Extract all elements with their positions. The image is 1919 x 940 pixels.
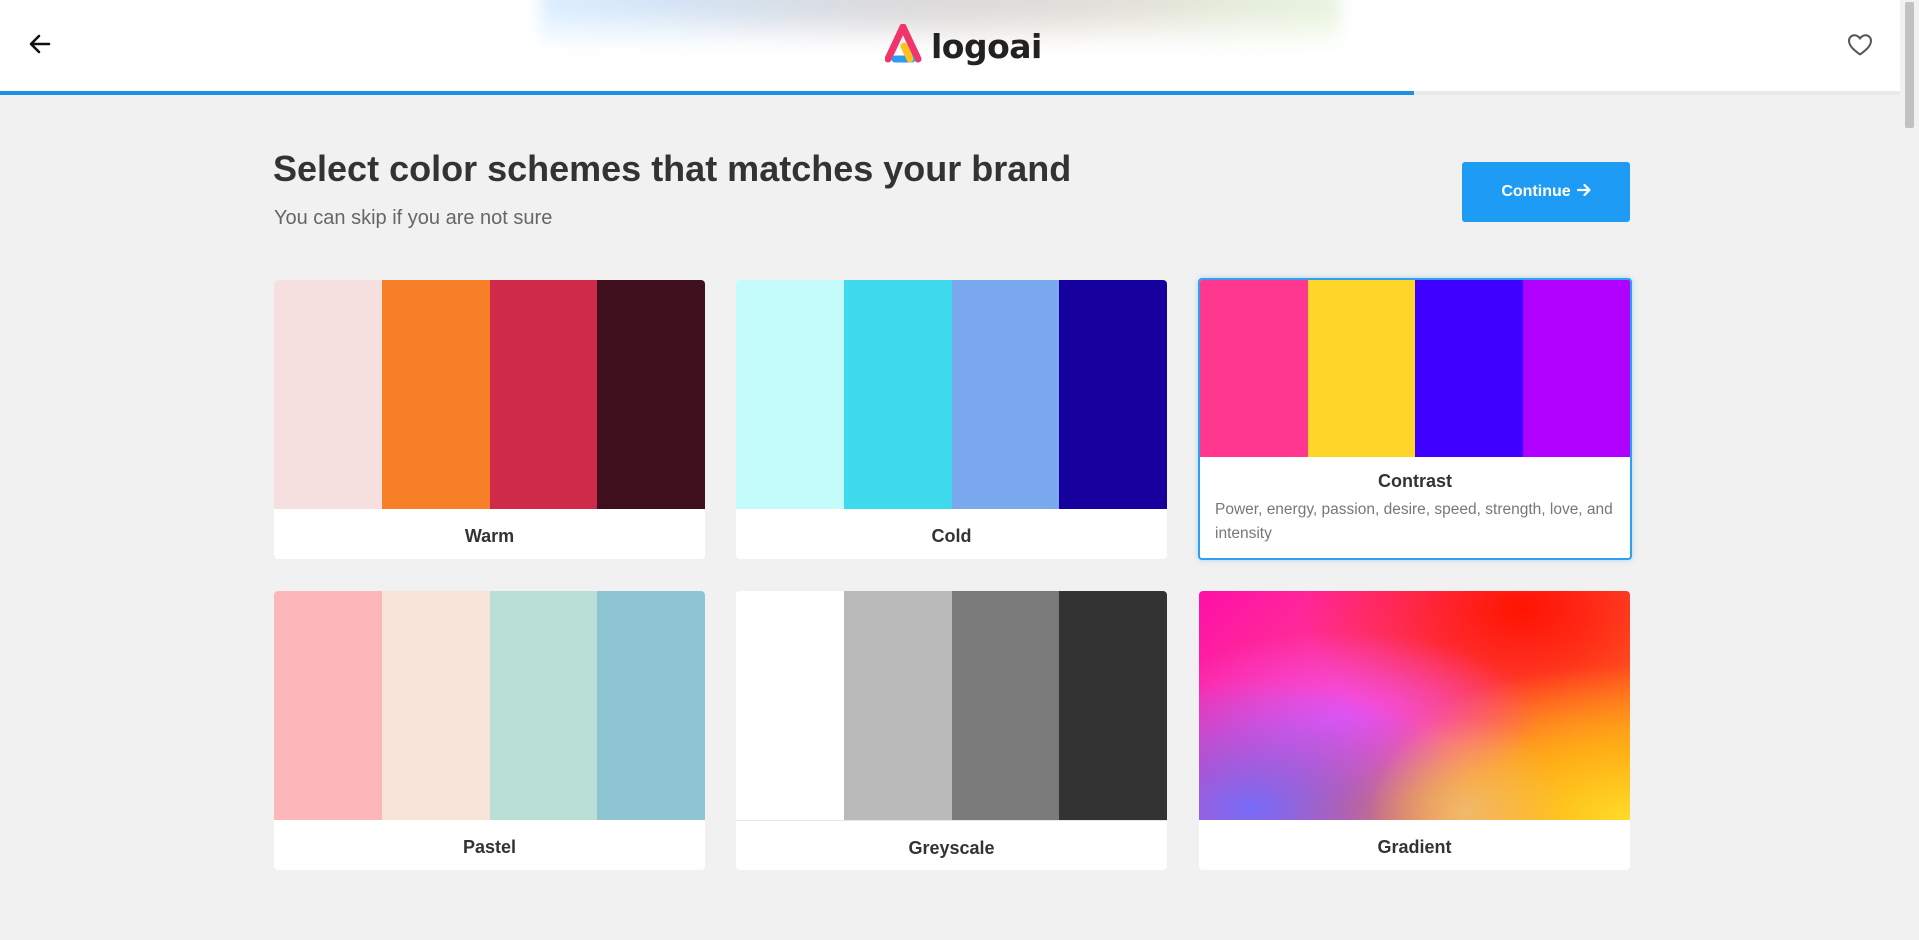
color-swatch bbox=[489, 591, 598, 820]
scheme-description: Power, energy, passion, desire, speed, s… bbox=[1215, 501, 1613, 542]
color-swatch bbox=[274, 280, 382, 509]
color-swatch bbox=[843, 591, 952, 820]
scheme-label: Warm bbox=[464, 526, 515, 546]
logo-mark-icon bbox=[884, 23, 927, 69]
color-swatch bbox=[597, 280, 705, 509]
continue-button-label: Continue bbox=[1501, 183, 1571, 200]
scheme-card-greyscale[interactable]: Greyscale bbox=[736, 591, 1167, 870]
color-swatches bbox=[274, 591, 705, 820]
color-swatches bbox=[736, 591, 1167, 821]
color-swatch bbox=[1415, 280, 1523, 457]
color-swatches bbox=[736, 280, 1167, 509]
color-swatches bbox=[1200, 280, 1630, 457]
color-swatch bbox=[1200, 280, 1308, 457]
continue-button[interactable]: Continue bbox=[1462, 162, 1630, 222]
scheme-label: Gradient bbox=[1377, 837, 1452, 857]
color-swatch bbox=[951, 591, 1060, 820]
color-swatch bbox=[274, 591, 382, 820]
color-swatch bbox=[1307, 280, 1415, 457]
page-title: Select color schemes that matches your b… bbox=[273, 148, 1072, 189]
scheme-card-gradient[interactable]: Gradient bbox=[1199, 591, 1630, 870]
scheme-card-warm[interactable]: Warm bbox=[274, 280, 705, 559]
back-button[interactable] bbox=[22, 30, 58, 62]
top-bar: logoai bbox=[0, 0, 1900, 92]
scheme-label: Cold bbox=[931, 526, 972, 546]
scheme-card-contrast[interactable]: Contrast Power, energy, passion, desire,… bbox=[1198, 278, 1632, 560]
color-swatch bbox=[597, 591, 705, 820]
scheme-card-pastel[interactable]: Pastel bbox=[274, 591, 705, 870]
gradient-swatch bbox=[1199, 591, 1630, 820]
scrollbar-thumb[interactable] bbox=[1905, 2, 1914, 128]
scheme-label: Pastel bbox=[462, 837, 517, 857]
progress-bar bbox=[0, 91, 1900, 95]
scheme-label: Contrast bbox=[1377, 471, 1452, 491]
logo[interactable]: logoai bbox=[884, 23, 1042, 69]
progress-bar-fill bbox=[0, 91, 1414, 95]
page-subtitle: You can skip if you are not sure bbox=[274, 207, 553, 229]
color-swatch bbox=[381, 280, 490, 509]
arrow-left-icon bbox=[29, 34, 51, 59]
color-swatch bbox=[951, 280, 1060, 509]
color-swatch bbox=[1059, 280, 1167, 509]
scheme-card-cold[interactable]: Cold bbox=[736, 280, 1167, 559]
color-swatch bbox=[736, 280, 844, 509]
color-swatch bbox=[1522, 280, 1630, 457]
color-swatch bbox=[489, 280, 598, 509]
color-swatch bbox=[843, 280, 952, 509]
scheme-label: Greyscale bbox=[908, 838, 995, 858]
favorite-button[interactable] bbox=[1844, 32, 1876, 62]
color-swatch bbox=[381, 591, 490, 820]
heart-icon bbox=[1847, 33, 1873, 62]
color-swatch bbox=[1059, 591, 1167, 820]
logo-text: logoai bbox=[931, 27, 1042, 66]
arrow-right-icon bbox=[1576, 183, 1591, 202]
color-swatches bbox=[274, 280, 705, 509]
scrollbar[interactable] bbox=[1900, 0, 1919, 940]
color-swatch bbox=[736, 591, 844, 820]
